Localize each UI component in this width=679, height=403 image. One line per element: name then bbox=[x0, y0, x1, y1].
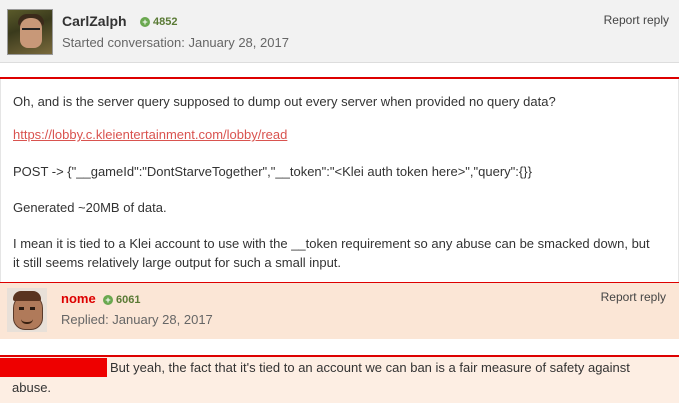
post-date: Replied: January 28, 2017 bbox=[61, 312, 213, 327]
author-name[interactable]: nome bbox=[61, 291, 96, 306]
post-header-nome: nome + 6061 Replied: January 28, 2017 Re… bbox=[0, 283, 679, 339]
reputation-badge: + 6061 bbox=[103, 294, 140, 306]
plus-circle-icon: + bbox=[140, 17, 150, 27]
author-name[interactable]: CarlZalph bbox=[62, 13, 127, 29]
post-body: Oh, and is the server query supposed to … bbox=[0, 79, 679, 282]
post-paragraph: Generated ~20MB of data. bbox=[13, 200, 167, 215]
post-body: But yeah, the fact that it's tied to an … bbox=[0, 357, 679, 403]
post-paragraph: POST -> {"__gameId":"DontStarveTogether"… bbox=[13, 164, 532, 179]
avatar[interactable] bbox=[7, 9, 53, 55]
reputation-badge: + 4852 bbox=[140, 16, 177, 28]
post-paragraph: But yeah, the fact that it's tied to an … bbox=[12, 360, 630, 395]
reputation-count: 6061 bbox=[116, 294, 141, 306]
lobby-url-link[interactable]: https://lobby.c.kleientertainment.com/lo… bbox=[13, 125, 287, 144]
report-reply-link[interactable]: Report reply bbox=[604, 13, 669, 27]
report-reply-link[interactable]: Report reply bbox=[601, 290, 666, 304]
reputation-count: 4852 bbox=[153, 16, 178, 28]
post-paragraph: Oh, and is the server query supposed to … bbox=[13, 94, 556, 109]
post-date: Started conversation: January 28, 2017 bbox=[62, 35, 289, 50]
post-header-carlzalph: CarlZalph + 4852 Started conversation: J… bbox=[0, 0, 679, 63]
plus-circle-icon: + bbox=[103, 295, 113, 305]
avatar[interactable] bbox=[7, 288, 47, 332]
post-paragraph: I mean it is tied to a Klei account to u… bbox=[13, 236, 650, 270]
